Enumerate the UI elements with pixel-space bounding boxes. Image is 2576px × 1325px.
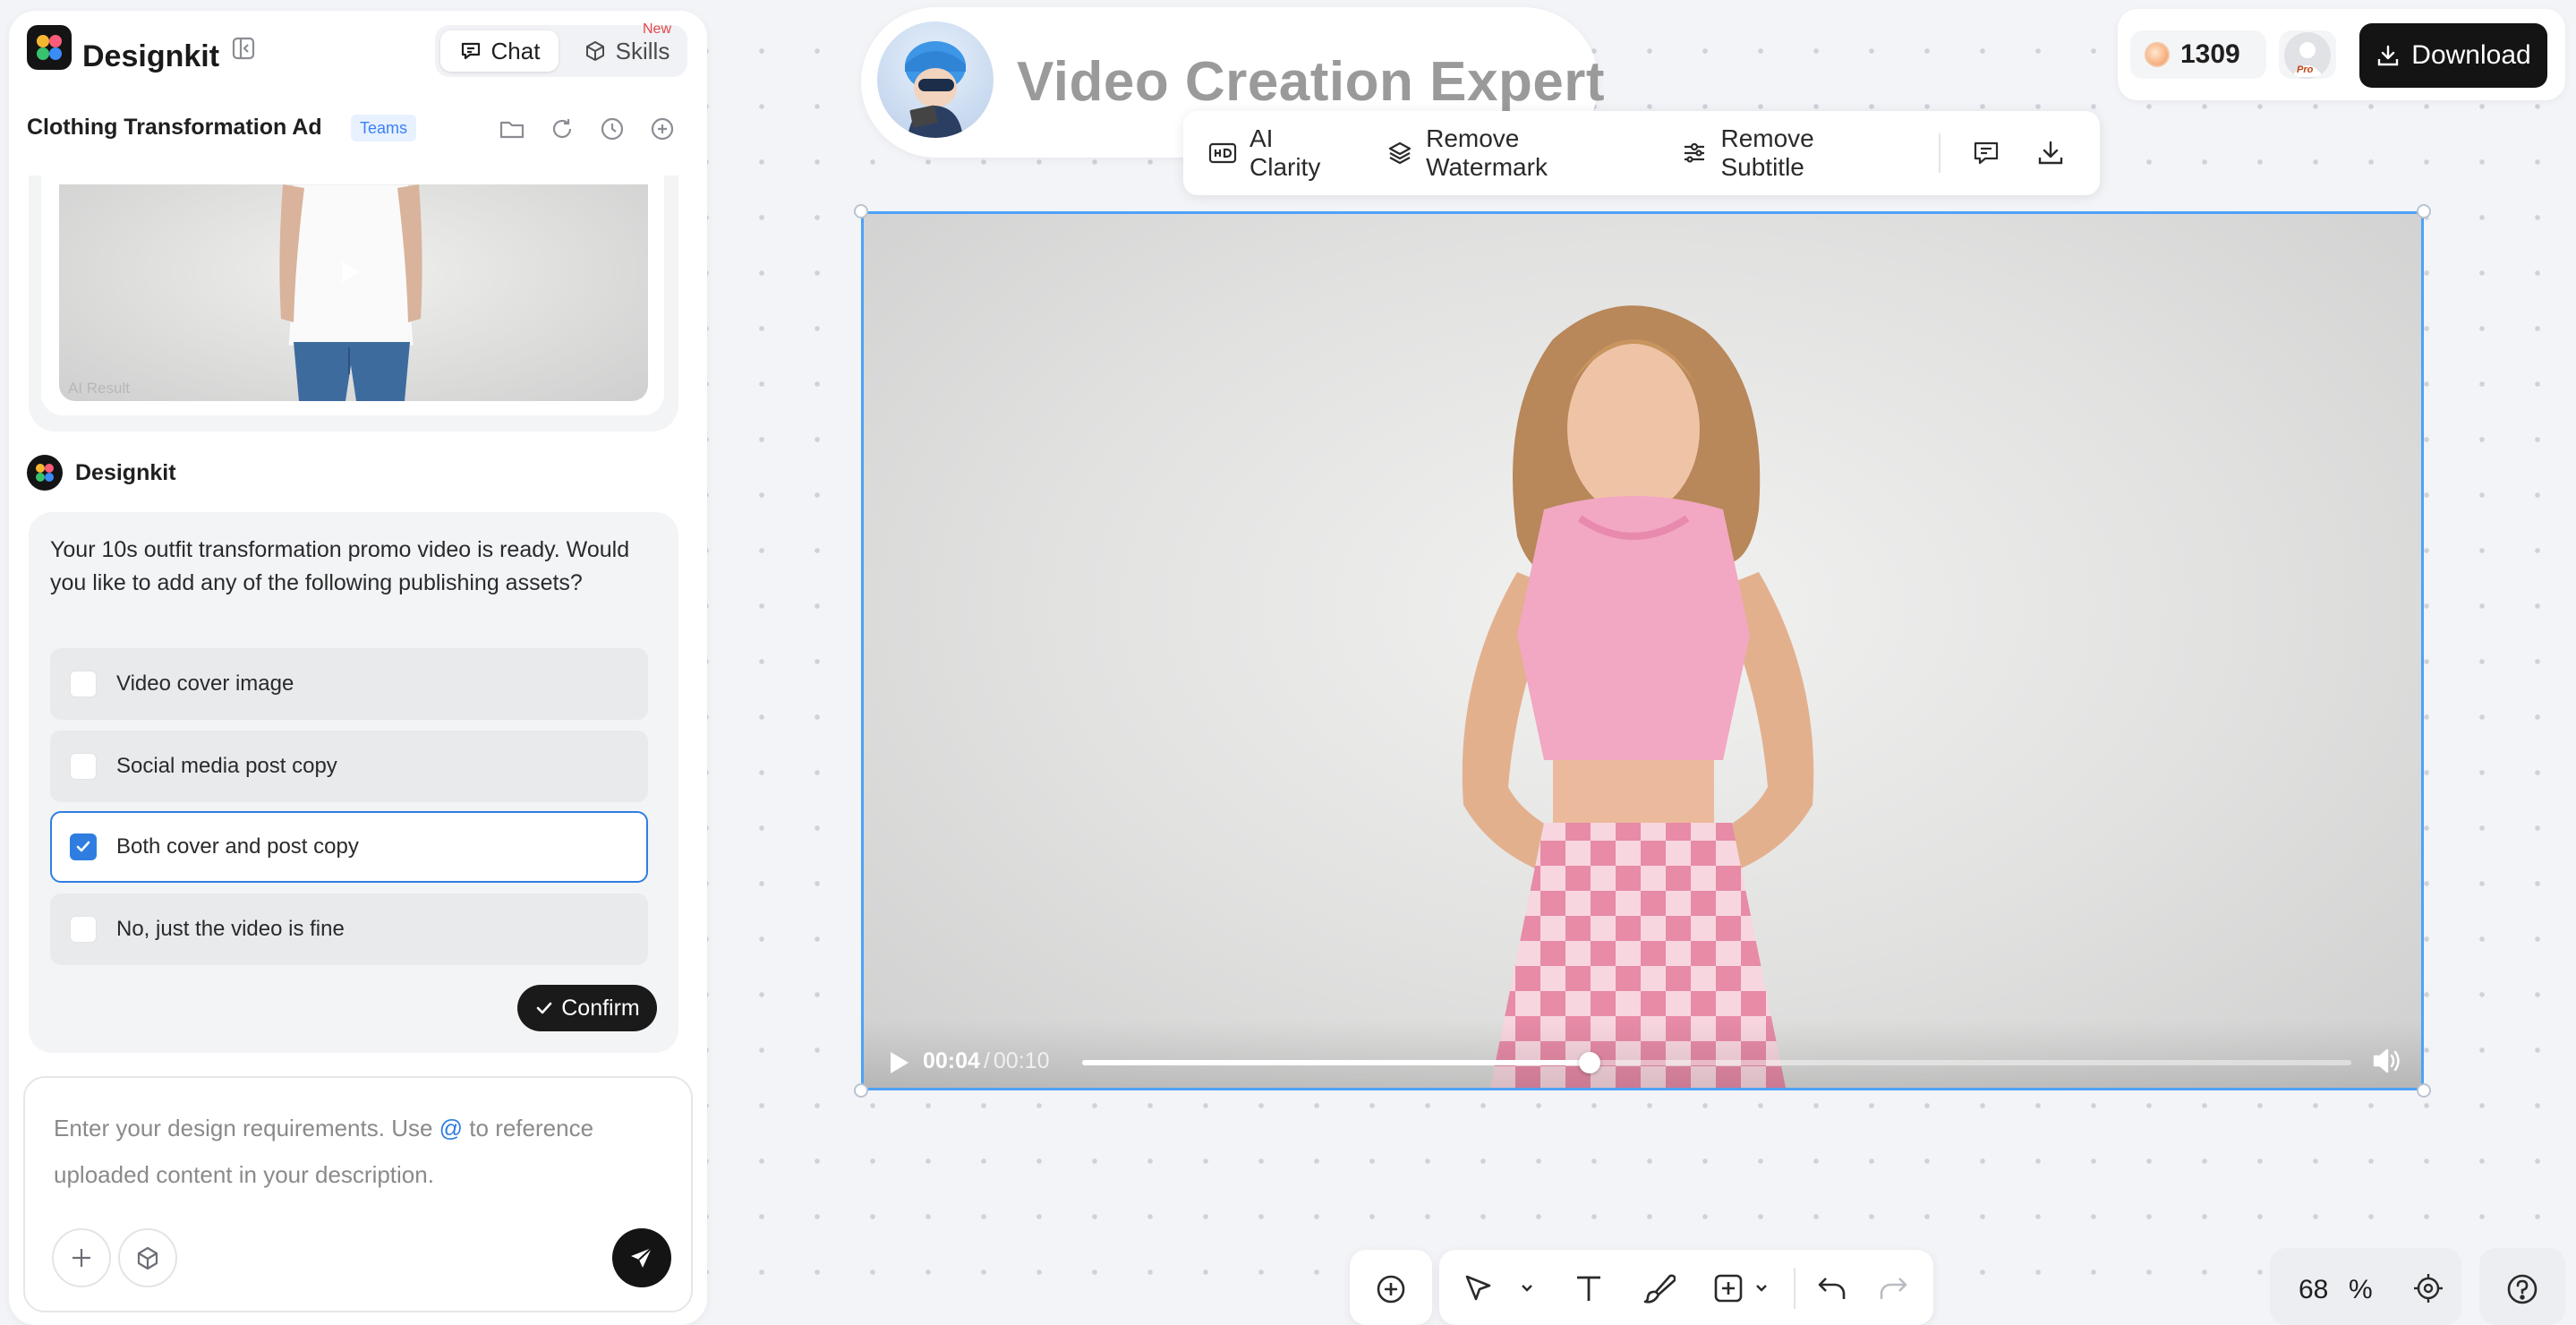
new-badge: New	[643, 21, 672, 37]
skills-picker-button[interactable]	[118, 1228, 177, 1287]
seek-bar-progress	[1082, 1060, 1591, 1065]
history-icon[interactable]	[598, 115, 627, 143]
fit-to-screen-icon[interactable]	[2411, 1271, 2445, 1305]
add-circle-icon[interactable]	[1373, 1271, 1409, 1307]
folder-icon[interactable]	[498, 115, 526, 143]
option-social-copy[interactable]: Social media post copy	[50, 731, 648, 802]
comment-icon[interactable]	[1971, 138, 2001, 168]
tab-skills-label: Skills	[615, 37, 670, 64]
resize-handle-tr[interactable]	[2417, 204, 2431, 218]
tab-chat-label: Chat	[490, 37, 541, 64]
resize-handle-bl[interactable]	[854, 1083, 868, 1098]
preview-thumbnail[interactable]	[59, 184, 648, 401]
remove-subtitle-button[interactable]: Remove Subtitle	[1681, 124, 1901, 182]
seek-handle[interactable]	[1579, 1052, 1601, 1073]
chevron-down-icon[interactable]	[1520, 1282, 1534, 1295]
check-icon	[534, 998, 554, 1018]
remove-watermark-button[interactable]: Remove Watermark	[1386, 124, 1643, 182]
agent-avatar	[877, 21, 994, 138]
tab-chat[interactable]: Chat	[440, 30, 559, 72]
checkbox-checked[interactable]	[70, 833, 97, 860]
toolbar-divider	[1939, 133, 1941, 173]
confirm-button[interactable]: Confirm	[517, 985, 657, 1031]
hd-icon	[1208, 141, 1237, 166]
teams-badge: Teams	[351, 115, 417, 141]
undo-icon[interactable]	[1815, 1273, 1849, 1304]
add-attachment-button[interactable]	[52, 1228, 111, 1287]
remove-subtitle-label: Remove Subtitle	[1720, 124, 1814, 181]
resize-handle-br[interactable]	[2417, 1083, 2431, 1098]
play-icon[interactable]	[887, 1050, 910, 1075]
help-icon[interactable]	[2504, 1271, 2540, 1307]
option-label: No, just the video is fine	[116, 917, 345, 941]
ai-clarity-label: AI Clarity	[1250, 124, 1321, 181]
video-frame-image	[864, 214, 2421, 1088]
zoom-unit: %	[2349, 1275, 2373, 1304]
option-video-only[interactable]: No, just the video is fine	[50, 893, 648, 965]
ai-result-label: AI Result	[68, 380, 130, 397]
chat-icon	[459, 39, 482, 63]
refresh-icon[interactable]	[548, 115, 576, 143]
checkbox[interactable]	[70, 916, 97, 943]
time-readout: 00:04 / 00:10	[923, 1048, 1049, 1074]
video-player[interactable]: 00:04 / 00:10	[861, 211, 2424, 1090]
seek-bar[interactable]	[1082, 1060, 2351, 1065]
download-label: Download	[2411, 40, 2531, 70]
coin-icon	[2145, 42, 2170, 67]
video-toolbar: AI Clarity Remove Watermark Remove Subti…	[1183, 111, 2100, 195]
option-label: Video cover image	[116, 671, 294, 696]
send-button[interactable]	[612, 1228, 671, 1287]
sliders-icon	[1681, 140, 1708, 167]
confirm-label: Confirm	[561, 995, 640, 1021]
message-text: Your 10s outfit transformation promo vid…	[50, 537, 630, 595]
collapse-sidebar-icon[interactable]	[231, 36, 256, 61]
current-time: 00:04	[923, 1048, 980, 1073]
cube-icon	[134, 1244, 161, 1271]
checkbox[interactable]	[70, 753, 97, 780]
send-icon	[627, 1244, 656, 1272]
download-icon[interactable]	[2035, 138, 2066, 168]
checkbox[interactable]	[70, 671, 97, 697]
option-label: Both cover and post copy	[116, 834, 359, 859]
cube-icon	[584, 39, 607, 63]
insert-shape-icon[interactable]	[1711, 1271, 1745, 1305]
designkit-logo	[27, 25, 72, 70]
toolbar-divider	[1794, 1268, 1796, 1309]
bot-name: Designkit	[75, 460, 176, 485]
option-video-cover[interactable]: Video cover image	[50, 648, 648, 720]
video-controls	[864, 1020, 2421, 1088]
ai-clarity-button[interactable]: AI Clarity	[1208, 124, 1349, 182]
bot-avatar	[27, 455, 63, 491]
new-chat-icon[interactable]	[648, 115, 677, 143]
resize-handle-tl[interactable]	[854, 204, 868, 218]
credits-box[interactable]: 1309	[2130, 30, 2266, 79]
option-label: Social media post copy	[116, 754, 337, 778]
chevron-down-icon[interactable]	[1754, 1282, 1769, 1295]
placeholder-text: Enter your design requirements. Use	[54, 1115, 439, 1141]
select-tool-icon[interactable]	[1463, 1273, 1495, 1305]
tools-group	[1439, 1250, 1933, 1325]
prompt-placeholder[interactable]: Enter your design requirements. Use @ to…	[54, 1105, 644, 1198]
plus-icon	[68, 1244, 95, 1271]
zoom-value[interactable]: 68	[2299, 1275, 2328, 1305]
download-icon	[2376, 43, 2401, 68]
at-mention: @	[439, 1115, 464, 1141]
time-separator: /	[983, 1048, 990, 1073]
download-button[interactable]: Download	[2359, 23, 2547, 88]
option-both[interactable]: Both cover and post copy	[50, 811, 648, 883]
text-tool-icon[interactable]	[1572, 1271, 1606, 1305]
credits-value: 1309	[2180, 39, 2240, 69]
pro-badge: Pro	[2297, 64, 2314, 75]
project-title: Clothing Transformation Ad	[27, 115, 322, 140]
remove-watermark-label: Remove Watermark	[1426, 124, 1548, 181]
agent-title: Video Creation Expert	[1017, 51, 1606, 113]
layers-icon	[1386, 140, 1413, 167]
brush-tool-icon[interactable]	[1642, 1271, 1676, 1305]
duration: 00:10	[993, 1048, 1050, 1073]
redo-icon[interactable]	[1876, 1273, 1910, 1304]
volume-icon[interactable]	[2371, 1047, 2401, 1075]
brand-name: Designkit	[82, 39, 220, 73]
